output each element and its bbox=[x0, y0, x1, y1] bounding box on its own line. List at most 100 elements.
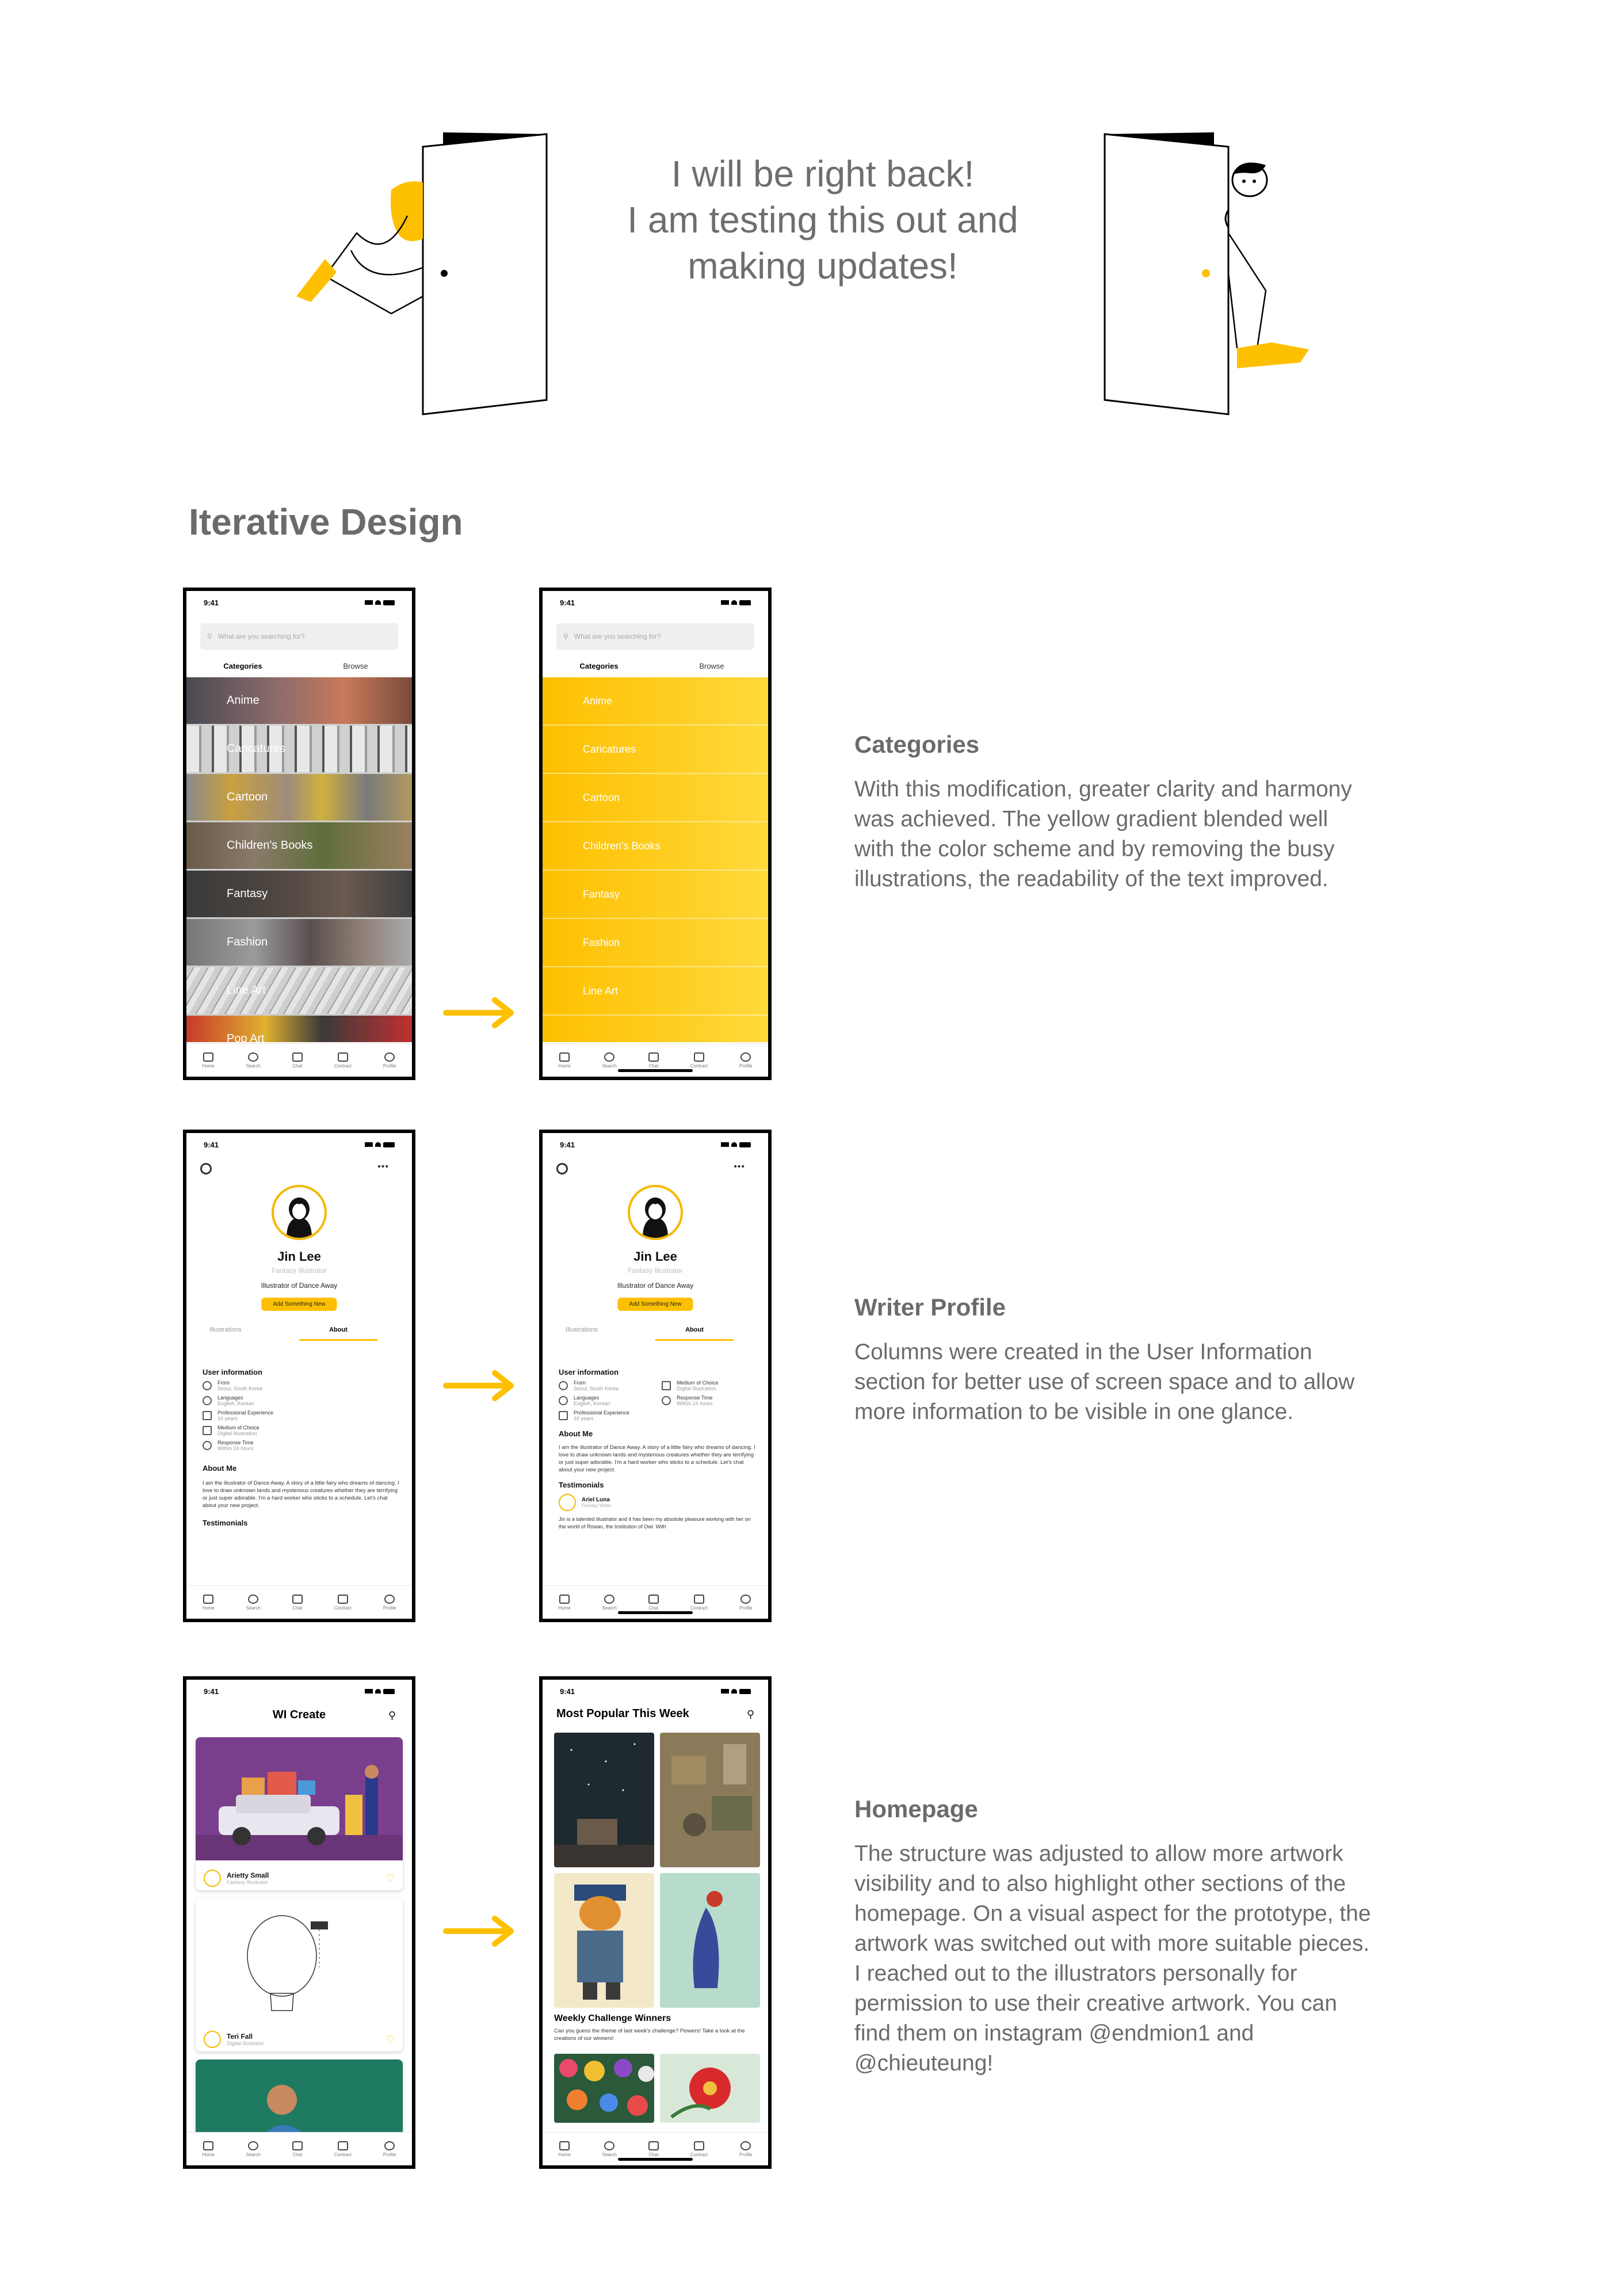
category-item[interactable]: Line Art bbox=[186, 967, 412, 1016]
nav-profile[interactable]: Profile bbox=[739, 2141, 753, 2157]
search-input[interactable]: ⚲ What are you searching for? bbox=[200, 623, 398, 650]
user-info-heading: User information bbox=[203, 1368, 263, 1376]
nav-contract[interactable]: Contract bbox=[690, 1052, 708, 1069]
category-item[interactable]: Children's Books bbox=[186, 822, 412, 871]
artist-name: Arietty Small bbox=[227, 1871, 269, 1879]
nav-search[interactable]: Search bbox=[246, 1052, 261, 1069]
nav-search[interactable]: Search bbox=[602, 2141, 617, 2157]
nav-label: Contract bbox=[690, 1605, 708, 1611]
nav-profile[interactable]: Profile bbox=[739, 1052, 753, 1069]
category-item[interactable]: Caricatures bbox=[543, 726, 768, 774]
nav-profile[interactable]: Profile bbox=[383, 1594, 396, 1611]
artwork-card[interactable]: Teri Fall Digital Illustrator ♡ bbox=[196, 1898, 403, 2051]
search-icon[interactable]: ⚲ bbox=[747, 1708, 754, 1721]
tab-categories[interactable]: Categories bbox=[186, 658, 299, 675]
nav-label: Chat bbox=[292, 1063, 303, 1069]
nav-search[interactable]: Search bbox=[602, 1594, 617, 1611]
nav-home[interactable]: Home bbox=[558, 1594, 571, 1611]
artwork-thumbnail[interactable] bbox=[660, 2054, 760, 2123]
gear-icon[interactable] bbox=[200, 1163, 212, 1174]
nav-contract[interactable]: Contract bbox=[690, 1594, 708, 1611]
nav-home[interactable]: Home bbox=[558, 1052, 571, 1069]
nav-contract[interactable]: Contract bbox=[334, 1052, 352, 1069]
nav-chat[interactable]: Chat bbox=[292, 2141, 303, 2157]
category-item[interactable]: Caricatures bbox=[186, 726, 412, 774]
artwork-card[interactable]: Arietty Small Fantasy Illustrator ♡ bbox=[196, 1737, 403, 1890]
search-icon bbox=[604, 2141, 615, 2150]
category-label: Caricatures bbox=[583, 743, 636, 755]
nav-home[interactable]: Home bbox=[202, 1594, 215, 1611]
nav-chat[interactable]: Chat bbox=[648, 1594, 659, 1611]
nav-chat[interactable]: Chat bbox=[292, 1594, 303, 1611]
nav-label: Profile bbox=[739, 2152, 753, 2157]
homepage-heading: Homepage bbox=[854, 1795, 978, 1822]
tab-illustrations[interactable]: Illustrations bbox=[186, 1326, 265, 1341]
briefcase-icon bbox=[559, 1411, 568, 1420]
nav-contract[interactable]: Contract bbox=[334, 2141, 352, 2157]
nav-chat[interactable]: Chat bbox=[648, 1052, 659, 1069]
user-info-heading: User information bbox=[559, 1368, 619, 1376]
category-label: Cartoon bbox=[583, 791, 620, 803]
info-label: Professional Experience bbox=[217, 1410, 274, 1416]
nav-home[interactable]: Home bbox=[202, 1052, 215, 1069]
category-item[interactable]: Fashion bbox=[543, 919, 768, 967]
category-item[interactable]: Fashion bbox=[186, 919, 412, 967]
status-line-2: I am testing this out and bbox=[627, 199, 1018, 241]
tab-about[interactable]: About bbox=[655, 1326, 734, 1341]
category-item[interactable]: Line Art bbox=[543, 967, 768, 1016]
artwork-card[interactable] bbox=[196, 2059, 403, 2140]
category-item[interactable]: Anime bbox=[186, 677, 412, 726]
category-item[interactable]: Anime bbox=[543, 677, 768, 726]
profile-role: Fantasy Illustrator bbox=[272, 1267, 327, 1275]
artwork-thumbnail[interactable] bbox=[554, 1873, 654, 2008]
tab-categories[interactable]: Categories bbox=[543, 658, 655, 675]
nav-label: Profile bbox=[383, 1605, 396, 1611]
profile-old-screen: 9:41 ••• Jin Lee Fantasy Illustrator Ill… bbox=[183, 1130, 415, 1622]
nav-chat[interactable]: Chat bbox=[648, 2141, 659, 2157]
heart-icon[interactable]: ♡ bbox=[385, 1872, 395, 1885]
more-icon[interactable]: ••• bbox=[734, 1162, 745, 1172]
nav-profile[interactable]: Profile bbox=[739, 1594, 753, 1611]
artwork-thumbnail[interactable] bbox=[554, 1733, 654, 1867]
category-item[interactable]: Fantasy bbox=[543, 871, 768, 919]
category-item[interactable]: Children's Books bbox=[543, 822, 768, 871]
profile-icon bbox=[740, 1594, 751, 1604]
category-item[interactable]: Cartoon bbox=[543, 774, 768, 822]
chat-icon bbox=[292, 1052, 303, 1062]
nav-profile[interactable]: Profile bbox=[383, 1052, 396, 1069]
nav-home[interactable]: Home bbox=[202, 2141, 215, 2157]
gear-icon[interactable] bbox=[556, 1163, 568, 1174]
nav-chat[interactable]: Chat bbox=[292, 1052, 303, 1069]
nav-contract[interactable]: Contract bbox=[334, 1594, 352, 1611]
nav-home[interactable]: Home bbox=[558, 2141, 571, 2157]
add-something-button[interactable]: Add Something New bbox=[617, 1298, 693, 1311]
nav-search[interactable]: Search bbox=[602, 1052, 617, 1069]
bottom-nav: Home Search Chat Contract Profile bbox=[186, 1043, 412, 1077]
nav-profile[interactable]: Profile bbox=[383, 2141, 396, 2157]
tab-browse[interactable]: Browse bbox=[655, 658, 768, 675]
tab-about[interactable]: About bbox=[299, 1326, 377, 1341]
artwork-thumbnail[interactable] bbox=[660, 1873, 760, 2008]
artwork-thumbnail[interactable] bbox=[554, 2054, 654, 2123]
heart-icon[interactable]: ♡ bbox=[385, 2034, 395, 2046]
nav-label: Contract bbox=[690, 1063, 708, 1069]
tab-browse[interactable]: Browse bbox=[299, 658, 412, 675]
artwork-thumbnail[interactable] bbox=[660, 1733, 760, 1867]
nav-contract[interactable]: Contract bbox=[690, 2141, 708, 2157]
search-input[interactable]: ⚲ What are you searching for? bbox=[556, 623, 754, 650]
info-from: From Seoul, South Korea bbox=[203, 1380, 400, 1391]
category-item[interactable]: Fantasy bbox=[186, 871, 412, 919]
category-item[interactable]: Pop Art bbox=[186, 1016, 412, 1042]
category-label: Children's Books bbox=[227, 839, 313, 852]
more-icon[interactable]: ••• bbox=[377, 1162, 389, 1172]
tab-illustrations[interactable]: Illustrations bbox=[543, 1326, 621, 1341]
status-time: 9:41 bbox=[560, 598, 575, 607]
nav-search[interactable]: Search bbox=[246, 1594, 261, 1611]
add-something-button[interactable]: Add Something New bbox=[261, 1298, 337, 1311]
nav-label: Chat bbox=[292, 2152, 303, 2157]
category-item[interactable]: Cartoon bbox=[186, 774, 412, 822]
search-icon[interactable]: ⚲ bbox=[388, 1710, 396, 1722]
nav-search[interactable]: Search bbox=[246, 2141, 261, 2157]
categories-description: Categories With this modification, great… bbox=[854, 731, 1372, 894]
info-value: Digital Illustration bbox=[217, 1431, 257, 1436]
